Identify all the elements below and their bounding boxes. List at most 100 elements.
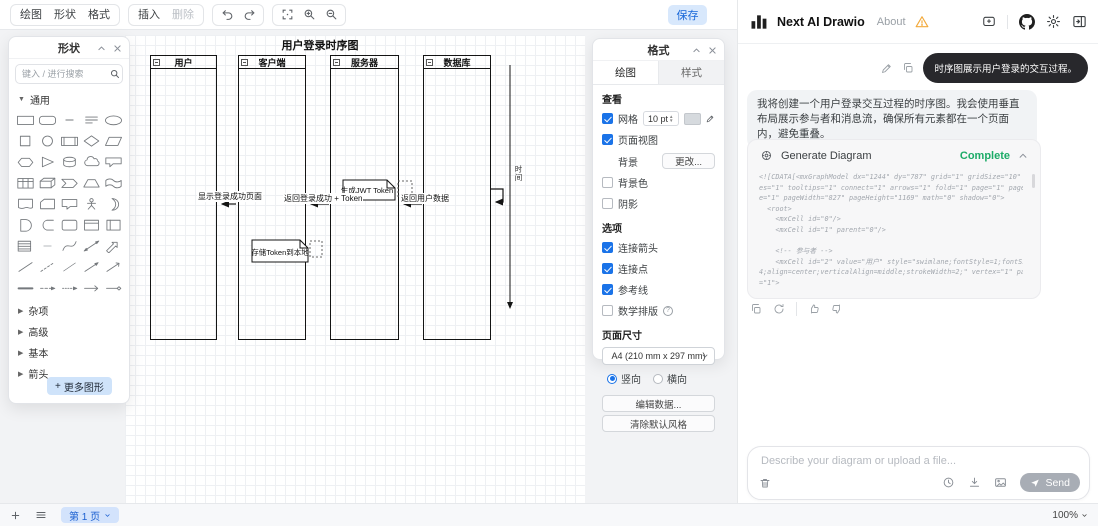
- shape-frame[interactable]: [102, 215, 124, 234]
- shape-trapezoid[interactable]: [80, 173, 102, 192]
- shape-diamond-link[interactable]: [102, 278, 124, 297]
- zoom-indicator[interactable]: 100%: [1052, 510, 1088, 521]
- edit-message-icon[interactable]: [881, 62, 893, 74]
- shape-internal-storage[interactable]: [80, 215, 102, 234]
- shape-rectangle[interactable]: [14, 110, 36, 129]
- pencil-icon[interactable]: [706, 114, 715, 123]
- generated-xml-code[interactable]: <![CDATA[<mxGraphModel dx="1244" dy="787…: [759, 172, 1023, 294]
- pages-menu-icon[interactable]: [35, 509, 47, 521]
- shape-table[interactable]: [14, 173, 36, 192]
- shape-ellipse[interactable]: [102, 110, 124, 129]
- shape-parallelogram[interactable]: [102, 131, 124, 150]
- shape-or[interactable]: [102, 194, 124, 213]
- section-general[interactable]: ▼ 通用: [9, 89, 129, 110]
- more-shapes-button[interactable]: + 更多图形: [47, 377, 112, 395]
- collapse-icon[interactable]: [241, 58, 248, 66]
- gear-icon[interactable]: [1046, 14, 1061, 29]
- send-button[interactable]: Send: [1020, 473, 1080, 492]
- shape-bubble[interactable]: [58, 194, 80, 213]
- collapse-icon[interactable]: [153, 58, 160, 66]
- regenerate-icon[interactable]: [773, 303, 785, 315]
- shape-triangle[interactable]: [36, 152, 58, 171]
- shape-step[interactable]: [58, 173, 80, 192]
- shape-cloud[interactable]: [80, 152, 102, 171]
- thumbs-up-icon[interactable]: [808, 303, 820, 315]
- shape-container[interactable]: [58, 215, 80, 234]
- message-label-3[interactable]: 返回用户数据: [400, 193, 450, 204]
- connection-points-checkbox[interactable]: [602, 263, 613, 274]
- shape-callout[interactable]: [102, 152, 124, 171]
- shape-actor[interactable]: [80, 194, 102, 213]
- history-icon[interactable]: [942, 476, 955, 489]
- collapse-panel-icon[interactable]: [692, 46, 701, 55]
- zoom-out-button[interactable]: [320, 5, 342, 25]
- thumbs-down-icon[interactable]: [831, 303, 843, 315]
- shape-open-arrow[interactable]: [80, 278, 102, 297]
- trash-icon[interactable]: [759, 477, 771, 489]
- menu-format[interactable]: 格式: [82, 5, 116, 25]
- section-misc[interactable]: ▶ 杂项: [9, 300, 129, 321]
- warning-icon[interactable]: [915, 15, 929, 29]
- shape-dashed-line[interactable]: [36, 257, 58, 276]
- menu-shape[interactable]: 形状: [48, 5, 82, 25]
- tab-draw[interactable]: 绘图: [593, 61, 659, 84]
- shape-cylinder[interactable]: [58, 152, 80, 171]
- change-background-button[interactable]: 更改...: [662, 153, 715, 169]
- stepper-icon[interactable]: ▲ ▼: [668, 114, 673, 123]
- background-color-checkbox[interactable]: [602, 177, 613, 188]
- shape-circle[interactable]: [36, 131, 58, 150]
- collapse-icon[interactable]: [333, 58, 340, 66]
- math-checkbox[interactable]: [602, 305, 613, 316]
- add-page-button[interactable]: [10, 510, 21, 521]
- edit-data-button[interactable]: 编辑数据...: [602, 395, 715, 412]
- collapse-sidebar-icon[interactable]: [1072, 14, 1087, 29]
- diagram-title[interactable]: 用户登录时序图: [250, 37, 390, 53]
- shape-form[interactable]: [14, 236, 36, 255]
- paper-size-select[interactable]: A4 (210 mm x 297 mm): [602, 347, 715, 365]
- shape-delay[interactable]: [36, 215, 58, 234]
- shape-dashed-arrow-2[interactable]: [58, 278, 80, 297]
- clear-default-style-button[interactable]: 清除默认风格: [602, 415, 715, 432]
- grid-size-input[interactable]: ▲▼: [643, 111, 679, 126]
- shape-directional-arrow[interactable]: [80, 257, 102, 276]
- download-icon[interactable]: [968, 476, 981, 489]
- copy-message-icon[interactable]: [902, 62, 914, 74]
- shape-thick-arrow[interactable]: [102, 236, 124, 255]
- shape-process[interactable]: [58, 131, 80, 150]
- close-panel-icon[interactable]: [708, 46, 717, 55]
- close-panel-icon[interactable]: [113, 44, 122, 53]
- connection-arrows-checkbox[interactable]: [602, 242, 613, 253]
- time-axis-label[interactable]: 时间: [513, 165, 524, 182]
- shape-thin-arrow[interactable]: [102, 257, 124, 276]
- feedback-icon[interactable]: [982, 15, 996, 29]
- help-icon[interactable]: ?: [663, 305, 673, 316]
- shape-search-input[interactable]: [22, 69, 106, 79]
- landscape-radio[interactable]: [653, 373, 663, 384]
- shape-hexagon[interactable]: [14, 152, 36, 171]
- shape-curve[interactable]: [58, 236, 80, 255]
- shape-list[interactable]: [80, 110, 102, 129]
- tool-card-header[interactable]: Generate Diagram Complete: [748, 140, 1040, 166]
- page-tab[interactable]: 第 1 页: [61, 507, 120, 523]
- shape-line[interactable]: [14, 257, 36, 276]
- shape-cube[interactable]: [36, 173, 58, 192]
- about-link[interactable]: About: [877, 16, 906, 28]
- chevron-up-icon[interactable]: [1018, 151, 1028, 161]
- shape-dashed-arrow[interactable]: [36, 278, 58, 297]
- guides-checkbox[interactable]: [602, 284, 613, 295]
- shape-bold-link[interactable]: [14, 278, 36, 297]
- code-scrollbar[interactable]: [1032, 174, 1035, 188]
- section-basic[interactable]: ▶ 基本: [9, 342, 129, 363]
- shape-tape[interactable]: [102, 173, 124, 192]
- redo-button[interactable]: [238, 5, 260, 25]
- save-button[interactable]: 保存: [668, 5, 707, 25]
- zoom-in-button[interactable]: [298, 5, 320, 25]
- copy-response-icon[interactable]: [750, 303, 762, 315]
- shape-two-way-arrow[interactable]: [80, 236, 102, 255]
- shape-rounded-rectangle[interactable]: [36, 110, 58, 129]
- grid-color-swatch[interactable]: [684, 112, 701, 125]
- message-label-2[interactable]: 返回登录成功 + Token: [283, 193, 364, 204]
- shape-diagonal-line[interactable]: [58, 257, 80, 276]
- undo-button[interactable]: [216, 5, 238, 25]
- shape-diamond[interactable]: [80, 131, 102, 150]
